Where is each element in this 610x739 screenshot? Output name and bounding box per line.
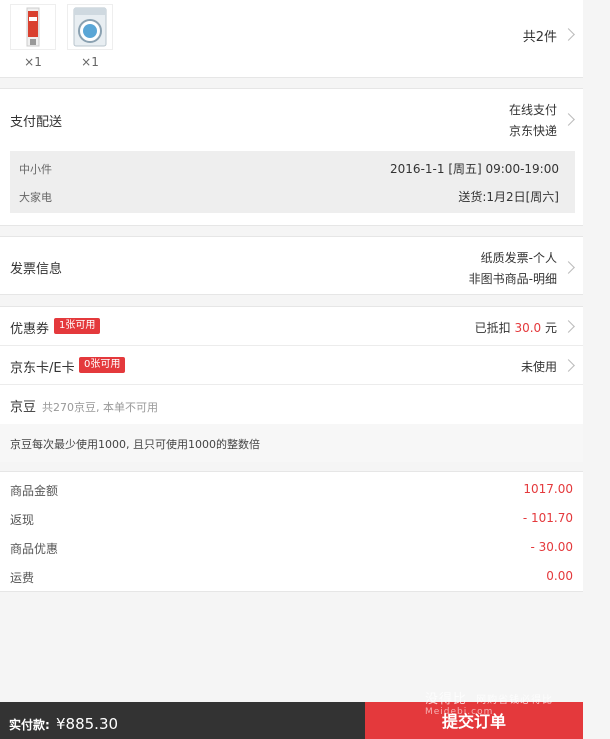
amount-row: 商品金额 1017.00 — [0, 474, 583, 503]
item-count: 共2件 — [522, 30, 557, 45]
amount-value: 0.00 — [546, 569, 573, 583]
jd-bean-row: 京豆 共270京豆, 本单不可用 — [0, 385, 583, 424]
site-watermark: 没得比 网购省钱必得比 Meidebi.com — [425, 688, 553, 717]
coupon-unit: 元 — [544, 321, 557, 335]
washing-machine-product-icon — [67, 4, 113, 50]
amount-value: - 101.70 — [522, 511, 573, 525]
watermark-slogan: 网购省钱必得比 — [476, 695, 554, 706]
bean-label: 京豆 — [10, 400, 37, 415]
amount-label: 返现 — [10, 513, 35, 527]
pay-label: 实付款: — [9, 718, 50, 732]
watermark-url: Meidebi.com — [425, 707, 494, 717]
chevron-right-icon — [562, 359, 575, 372]
watermark-logo: 没得比 — [425, 692, 468, 707]
amount-value: - 30.00 — [530, 540, 574, 554]
appliance-label: 大家电 — [19, 191, 52, 204]
discounts-section: 优惠券 1张可用 已抵扣 30.0 元 京东卡/E卡 0张可用 未使用 京豆 共2… — [0, 306, 583, 462]
chevron-right-icon — [562, 261, 575, 274]
card-badge: 0张可用 — [79, 357, 126, 373]
amount-row: 商品优惠 - 30.00 — [0, 532, 583, 561]
card-label: 京东卡/E卡 — [10, 361, 75, 376]
coupon-badge: 1张可用 — [54, 318, 101, 334]
section-title: 支付配送 — [10, 115, 63, 130]
invoice-section[interactable]: 发票信息 纸质发票-个人 非图书商品-明细 — [0, 236, 583, 295]
coupon-amount: 30.0 — [514, 321, 542, 335]
toothpaste-product-icon — [10, 4, 56, 50]
product-qty: ×1 — [24, 55, 42, 69]
pay-amount: ¥885.30 — [56, 715, 119, 733]
coupon-prefix: 已抵扣 — [474, 321, 511, 335]
delivery-carrier: 京东快递 — [508, 124, 557, 138]
invoice-type: 纸质发票-个人 — [480, 251, 557, 265]
bean-hint: 共270京豆, 本单不可用 — [42, 401, 159, 414]
bean-note-text: 京豆每次最少使用1000, 且只可使用1000的整数倍 — [10, 438, 260, 451]
amount-row: 运费 0.00 — [0, 561, 583, 590]
amount-summary: 商品金额 1017.00 返现 - 101.70 商品优惠 - 30.00 运费… — [0, 471, 583, 592]
chevron-right-icon — [562, 28, 575, 41]
delivery-schedule: 中小件 2016-1-1 [周五] 09:00-19:00 大家电 送货:1月2… — [10, 151, 575, 213]
small-items-label: 中小件 — [19, 163, 52, 176]
card-status: 未使用 — [520, 360, 557, 374]
amount-row: 返现 - 101.70 — [0, 503, 583, 532]
product-summary-row[interactable]: ×1 ×1 共2件 — [0, 0, 583, 78]
amount-value: 1017.00 — [523, 482, 573, 496]
small-items-time: 2016-1-1 [周五] 09:00-19:00 — [390, 162, 559, 176]
section-title: 发票信息 — [10, 262, 63, 277]
appliance-time: 送货:1月2日[周六] — [458, 190, 559, 204]
bean-title: 京豆 共270京豆, 本单不可用 — [10, 396, 158, 415]
product-qty: ×1 — [81, 55, 99, 69]
amount-label: 商品金额 — [10, 484, 59, 498]
jd-card-row[interactable]: 京东卡/E卡 0张可用 未使用 — [0, 346, 583, 385]
coupon-deduction: 已抵扣 30.0 元 — [475, 319, 557, 336]
coupon-row[interactable]: 优惠券 1张可用 已抵扣 30.0 元 — [0, 307, 583, 346]
coupon-label: 优惠券 — [10, 322, 50, 337]
chevron-right-icon — [562, 113, 575, 126]
invoice-detail: 非图书商品-明细 — [468, 272, 557, 286]
chevron-right-icon — [562, 320, 575, 333]
amount-label: 运费 — [10, 571, 35, 585]
bean-rule-note: 京豆每次最少使用1000, 且只可使用1000的整数倍 — [0, 424, 583, 462]
amount-label: 商品优惠 — [10, 542, 59, 556]
payment-delivery-section[interactable]: 支付配送 在线支付 京东快递 中小件 2016-1-1 [周五] 09:00-1… — [0, 88, 583, 226]
payment-method: 在线支付 — [508, 103, 557, 117]
